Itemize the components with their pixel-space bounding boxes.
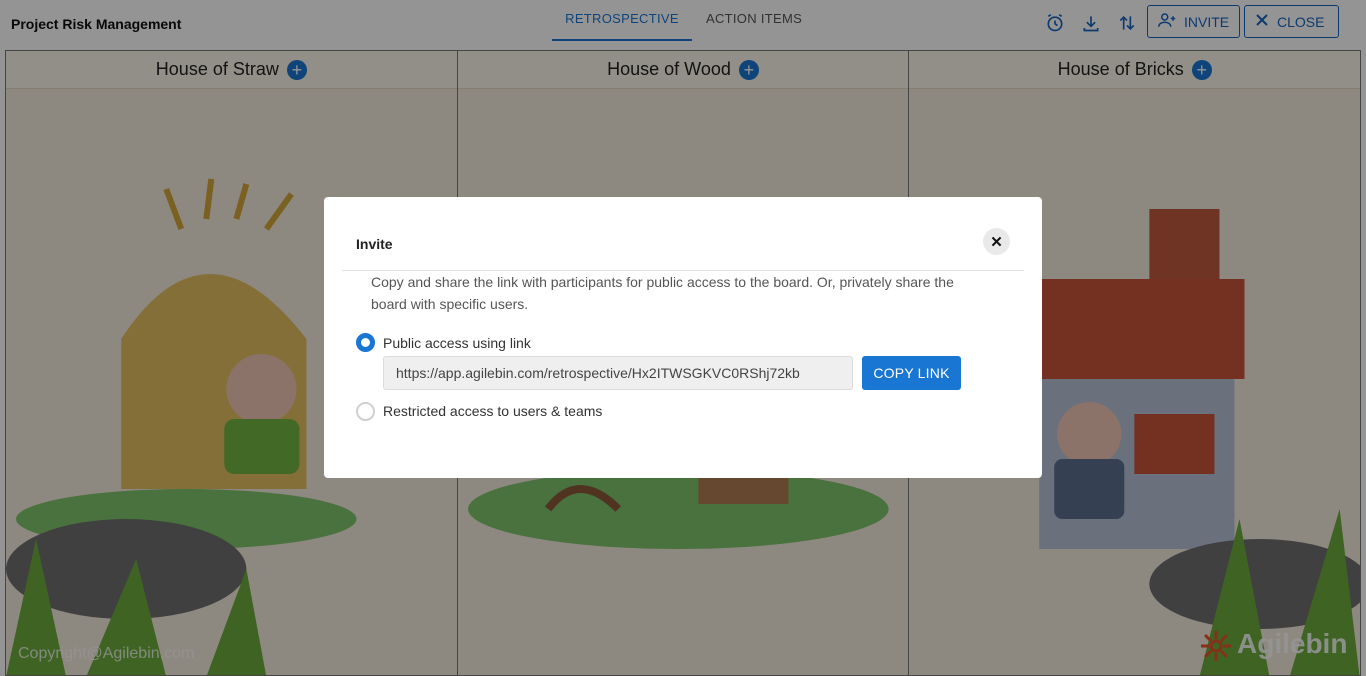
dialog-description: Copy and share the link with participant…: [371, 274, 954, 312]
public-access-label[interactable]: Public access using link: [383, 335, 531, 351]
invite-dialog: Invite ✕ Copy and share the link with pa…: [324, 197, 1042, 478]
copy-link-button[interactable]: COPY LINK: [862, 356, 961, 390]
dialog-title: Invite: [356, 236, 393, 252]
restricted-access-radio[interactable]: [356, 402, 375, 421]
public-access-radio[interactable]: [356, 333, 375, 352]
dialog-close-button[interactable]: ✕: [983, 228, 1010, 255]
close-icon: ✕: [990, 233, 1003, 251]
restricted-access-label[interactable]: Restricted access to users & teams: [383, 403, 602, 419]
share-link-field[interactable]: https://app.agilebin.com/retrospective/H…: [383, 356, 853, 390]
